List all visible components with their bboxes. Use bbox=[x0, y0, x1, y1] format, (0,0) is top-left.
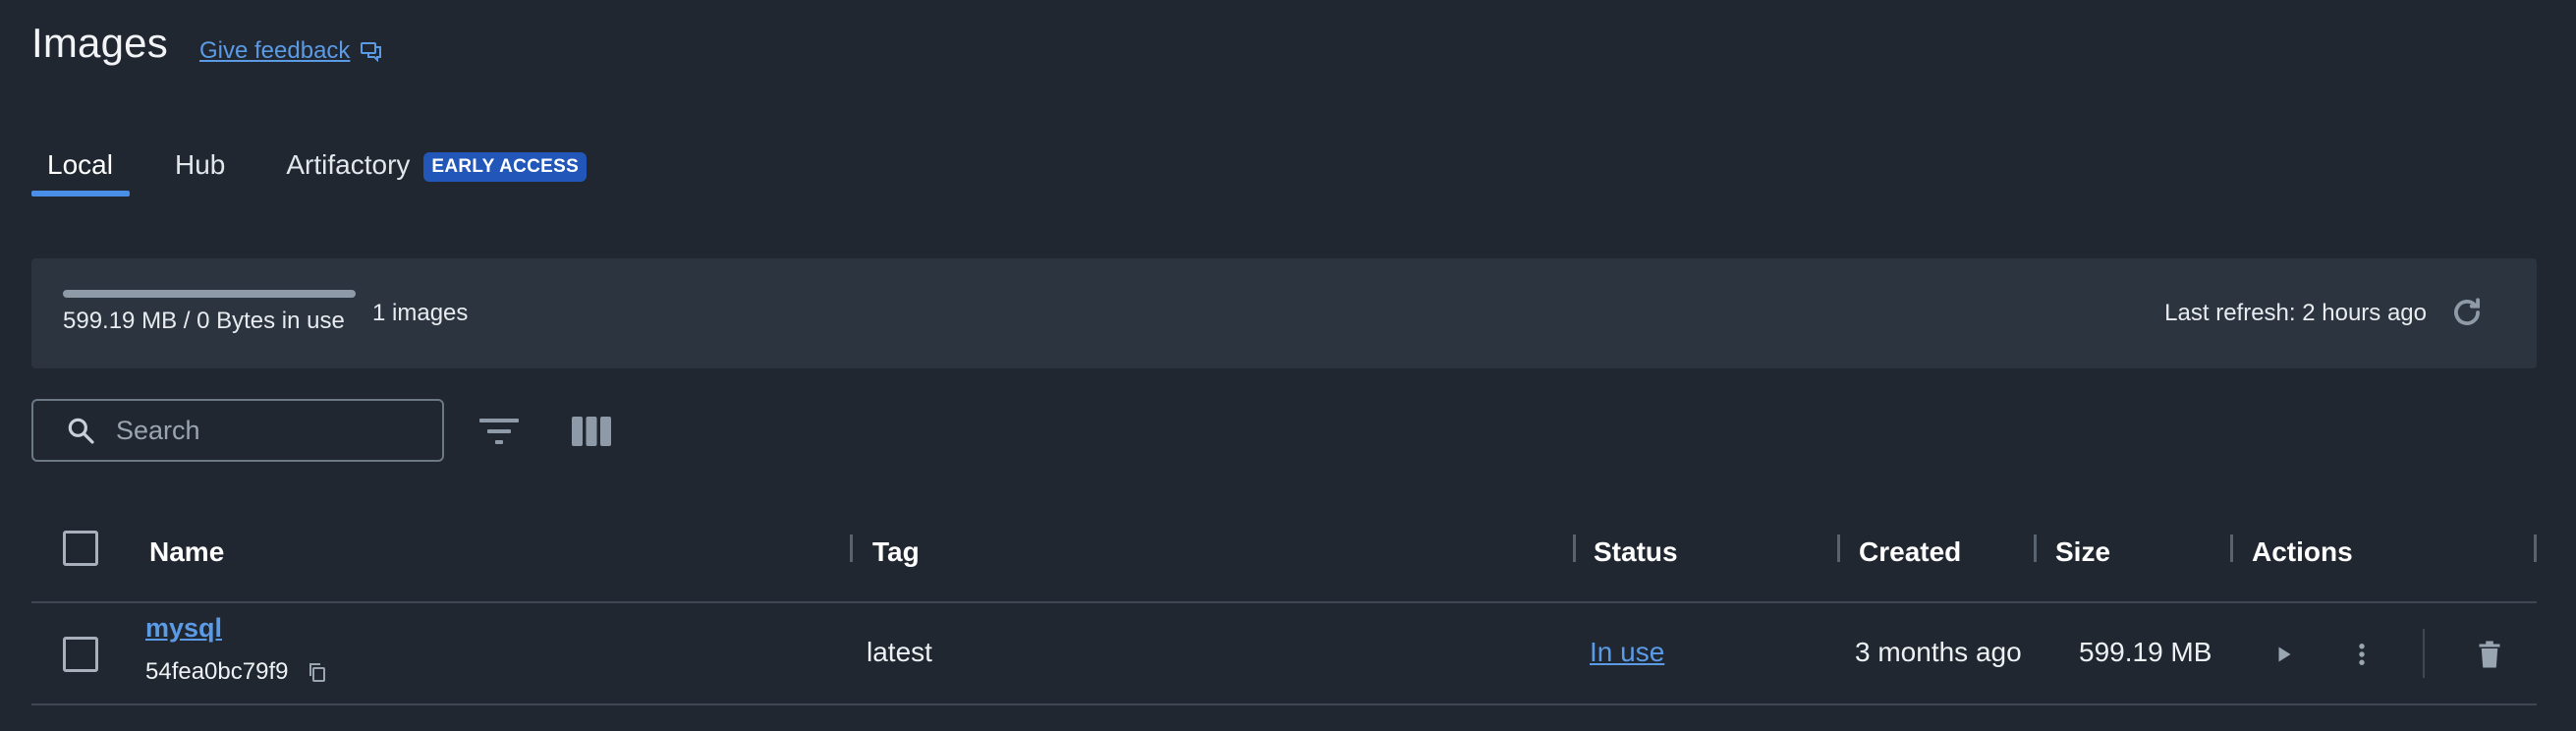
actions-divider bbox=[2423, 629, 2425, 678]
filter-icon[interactable] bbox=[477, 413, 521, 450]
images-page: Images Give feedback Local Hub Artifacto… bbox=[0, 0, 2576, 731]
last-refresh-text: Last refresh: 2 hours ago bbox=[2164, 300, 2427, 326]
column-resize-handle[interactable] bbox=[2034, 534, 2037, 562]
tab-hub-label: Hub bbox=[175, 149, 226, 180]
image-name-link[interactable]: mysql bbox=[145, 613, 222, 644]
page-title: Images bbox=[31, 20, 168, 66]
tab-local[interactable]: Local bbox=[31, 143, 130, 197]
table-header: Name Tag Status Created Size Actions bbox=[31, 511, 2537, 603]
search-icon bbox=[68, 418, 94, 444]
disk-usage-text: 599.19 MB / 0 Bytes in use bbox=[63, 308, 345, 334]
more-vertical-icon[interactable] bbox=[2344, 637, 2380, 672]
image-id: 54fea0bc79f9 bbox=[145, 658, 289, 685]
tab-artifactory-label: Artifactory bbox=[286, 149, 411, 180]
copy-icon[interactable] bbox=[306, 660, 329, 684]
image-tag: latest bbox=[867, 637, 932, 667]
tab-artifactory[interactable]: Artifactory EARLY ACCESS bbox=[270, 143, 602, 197]
column-resize-handle[interactable] bbox=[1573, 534, 1576, 562]
refresh-icon[interactable] bbox=[2448, 294, 2486, 331]
trash-icon[interactable] bbox=[2472, 637, 2507, 672]
disk-usage-bar bbox=[63, 290, 356, 298]
column-header-tag[interactable]: Tag bbox=[872, 533, 920, 572]
select-all-checkbox[interactable] bbox=[63, 531, 98, 566]
disk-usage-summary: 599.19 MB / 0 Bytes in use 1 images Last… bbox=[31, 258, 2537, 368]
columns-icon[interactable] bbox=[570, 413, 613, 450]
early-access-badge: EARLY ACCESS bbox=[423, 152, 588, 182]
column-resize-handle[interactable] bbox=[850, 534, 853, 562]
column-header-name[interactable]: Name bbox=[149, 533, 224, 572]
image-id-group: 54fea0bc79f9 bbox=[145, 658, 329, 686]
row-select-checkbox[interactable] bbox=[63, 637, 98, 672]
image-created: 3 months ago bbox=[1855, 637, 2022, 667]
column-resize-handle[interactable] bbox=[1837, 534, 1840, 562]
give-feedback-link[interactable]: Give feedback bbox=[199, 37, 383, 65]
tab-hub[interactable]: Hub bbox=[159, 143, 241, 197]
feedback-icon bbox=[361, 42, 382, 63]
column-resize-handle[interactable] bbox=[2230, 534, 2233, 562]
column-resize-handle[interactable] bbox=[2534, 534, 2537, 562]
images-count: 1 images bbox=[372, 300, 469, 326]
play-icon[interactable] bbox=[2266, 637, 2301, 672]
images-table: Name Tag Status Created Size Actions mys… bbox=[31, 511, 2537, 705]
image-status-link[interactable]: In use bbox=[1590, 637, 1664, 668]
image-tabs: Local Hub Artifactory EARLY ACCESS bbox=[31, 143, 602, 197]
image-size: 599.19 MB bbox=[2079, 637, 2212, 667]
give-feedback-label: Give feedback bbox=[199, 37, 351, 64]
tab-local-label: Local bbox=[47, 149, 113, 180]
column-header-created[interactable]: Created bbox=[1859, 533, 1961, 572]
table-row: mysql 54fea0bc79f9 latest In use 3 month… bbox=[31, 603, 2537, 705]
search-input[interactable] bbox=[116, 415, 411, 446]
column-header-actions: Actions bbox=[2252, 536, 2353, 567]
disk-usage-fill bbox=[63, 290, 356, 298]
search-box bbox=[31, 399, 444, 462]
column-header-size[interactable]: Size bbox=[2055, 533, 2110, 572]
column-header-status[interactable]: Status bbox=[1594, 533, 1678, 572]
